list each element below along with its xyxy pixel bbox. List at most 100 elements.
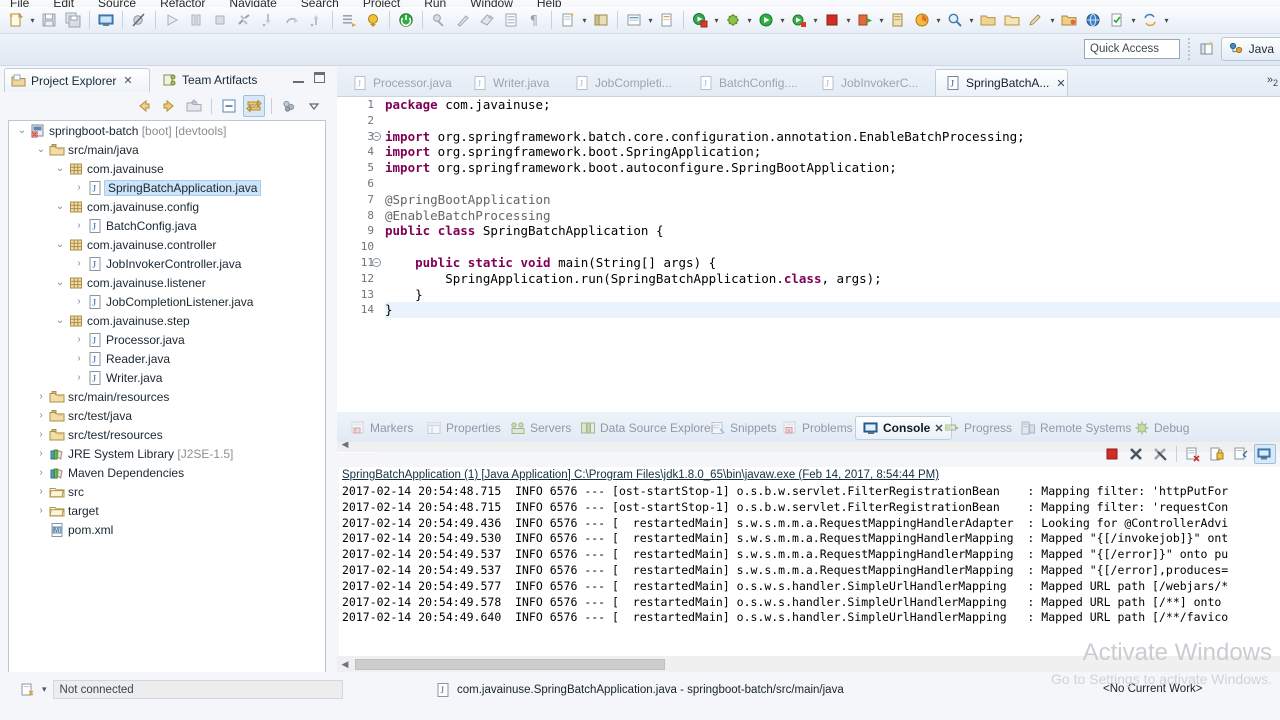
minimize-view-button[interactable] bbox=[293, 72, 304, 83]
editor-tab[interactable]: J JobInvokerC... bbox=[811, 69, 933, 96]
tree-item[interactable]: › Maven Dependencies bbox=[9, 463, 325, 482]
tree-item[interactable]: › J Writer.java bbox=[9, 368, 325, 387]
start-server-icon[interactable] bbox=[854, 9, 876, 31]
stop-server-dropdown-icon[interactable]: ▾ bbox=[844, 10, 853, 30]
console-scroll-left-arrow-icon[interactable]: ◀ bbox=[337, 659, 353, 670]
code-line[interactable] bbox=[385, 239, 1280, 255]
chevron-right-icon[interactable]: › bbox=[72, 258, 86, 269]
console-scroll-thumb[interactable] bbox=[355, 658, 665, 670]
tree-item[interactable]: ⌄ com.javainuse.controller bbox=[9, 235, 325, 254]
editor-tab-overflow[interactable]: »2 bbox=[1267, 74, 1278, 88]
back-icon[interactable] bbox=[133, 95, 155, 117]
team-sync-dropdown-icon[interactable]: ▾ bbox=[1162, 10, 1171, 30]
external-tools-icon[interactable] bbox=[788, 9, 810, 31]
disconnect-icon[interactable] bbox=[233, 9, 255, 31]
open-resource-icon[interactable] bbox=[656, 9, 678, 31]
tree-item[interactable]: › J JobInvokerController.java bbox=[9, 254, 325, 273]
tree-item[interactable]: › src/test/resources bbox=[9, 425, 325, 444]
code-line[interactable]: import org.springframework.batch.core.co… bbox=[385, 129, 1280, 145]
bottom-tab[interactable]: Debug bbox=[1127, 416, 1196, 440]
forward-icon[interactable] bbox=[158, 95, 180, 117]
bottom-tab[interactable]: Data Source Explorer bbox=[573, 416, 722, 440]
console-output[interactable]: SpringBatchApplication (1) [Java Applica… bbox=[339, 467, 1280, 658]
chevron-down-icon[interactable]: ⌄ bbox=[34, 144, 48, 155]
profile-icon[interactable] bbox=[911, 9, 933, 31]
chevron-down-icon[interactable]: ⌄ bbox=[15, 125, 29, 136]
run-as-icon[interactable] bbox=[689, 9, 711, 31]
scroll-lock-icon[interactable] bbox=[1206, 444, 1228, 464]
external-tools-dropdown-icon[interactable]: ▾ bbox=[811, 10, 820, 30]
perspective-java-button[interactable]: Java bbox=[1220, 37, 1280, 61]
tree-item[interactable]: Mpom.xml bbox=[9, 520, 325, 539]
file-open-icon[interactable] bbox=[1058, 9, 1080, 31]
tree-item[interactable]: ⌄ com.javainuse.step bbox=[9, 311, 325, 330]
tree-item[interactable]: › J Processor.java bbox=[9, 330, 325, 349]
terminate-icon[interactable] bbox=[1101, 444, 1123, 464]
chevron-right-icon[interactable]: › bbox=[34, 410, 48, 421]
code-line[interactable]: public class SpringBatchApplication { bbox=[385, 223, 1280, 239]
folding-column[interactable]: − − bbox=[372, 97, 386, 453]
editor-tab[interactable]: J Processor.java bbox=[343, 69, 461, 96]
globe-icon[interactable] bbox=[1082, 9, 1104, 31]
open-folder-2-icon[interactable] bbox=[1001, 9, 1023, 31]
code-line[interactable]: public static void main(String[] args) { bbox=[385, 255, 1280, 271]
format-icon[interactable] bbox=[452, 9, 474, 31]
editor-tab[interactable]: J Writer.java bbox=[463, 69, 563, 96]
code-line[interactable]: package com.javainuse; bbox=[385, 97, 1280, 113]
tree-item[interactable]: ⌄ com.javainuse.config bbox=[9, 197, 325, 216]
chevron-right-icon[interactable]: › bbox=[72, 182, 86, 193]
new-java-project-icon[interactable] bbox=[557, 9, 579, 31]
start-server-dropdown-icon[interactable]: ▾ bbox=[877, 10, 886, 30]
save-icon[interactable] bbox=[38, 9, 60, 31]
chevron-right-icon[interactable]: › bbox=[72, 220, 86, 231]
run-as-dropdown-icon[interactable]: ▾ bbox=[712, 10, 721, 30]
connection-dropdown-icon[interactable]: ▾ bbox=[42, 684, 47, 695]
fold-toggle-icon[interactable]: − bbox=[372, 258, 381, 267]
tree-item[interactable]: › J SpringBatchApplication.java bbox=[9, 178, 325, 197]
chevron-right-icon[interactable]: › bbox=[34, 505, 48, 516]
code-line[interactable]: import org.springframework.boot.autoconf… bbox=[385, 160, 1280, 176]
chevron-right-icon[interactable]: › bbox=[34, 448, 48, 459]
bottom-tab[interactable]: Properties bbox=[419, 416, 508, 440]
skip-breakpoints-icon[interactable] bbox=[128, 9, 150, 31]
step-into-icon[interactable] bbox=[257, 9, 279, 31]
open-task-icon[interactable] bbox=[338, 9, 360, 31]
fold-toggle-icon[interactable]: − bbox=[372, 131, 381, 141]
open-console-icon[interactable] bbox=[95, 9, 117, 31]
bottom-tab[interactable]: Servers bbox=[503, 416, 578, 440]
quick-access-input[interactable]: Quick Access bbox=[1084, 39, 1180, 59]
step-over-icon[interactable] bbox=[281, 9, 303, 31]
new-java-project-dropdown-icon[interactable]: ▾ bbox=[580, 10, 589, 30]
open-perspective-button[interactable] bbox=[1196, 38, 1218, 60]
search-dropdown-icon[interactable]: ▾ bbox=[967, 10, 976, 30]
chevron-down-icon[interactable]: ⌄ bbox=[53, 239, 67, 250]
bottom-tab[interactable]: Progress bbox=[937, 416, 1019, 440]
terminate-icon[interactable] bbox=[209, 9, 231, 31]
pencil-icon[interactable] bbox=[1025, 9, 1047, 31]
up-icon[interactable] bbox=[183, 95, 205, 117]
chevron-down-icon[interactable]: ⌄ bbox=[53, 201, 67, 212]
chevron-right-icon[interactable]: › bbox=[34, 467, 48, 478]
new-wizard-icon[interactable] bbox=[5, 9, 27, 31]
chevron-down-icon[interactable]: ⌄ bbox=[53, 277, 67, 288]
tree-item[interactable]: ⌄ src/main/java bbox=[9, 140, 325, 159]
show-view-icon[interactable] bbox=[500, 9, 522, 31]
code-line[interactable]: @SpringBootApplication bbox=[385, 192, 1280, 208]
open-perspective-icon[interactable] bbox=[590, 9, 612, 31]
link-with-editor-icon[interactable] bbox=[243, 94, 265, 117]
tree-item[interactable]: › J BatchConfig.java bbox=[9, 216, 325, 235]
team-sync-icon[interactable] bbox=[1139, 9, 1161, 31]
search-icon[interactable] bbox=[944, 9, 966, 31]
code-line[interactable]: SpringApplication.run(SpringBatchApplica… bbox=[385, 271, 1280, 287]
close-icon[interactable]: ✕ bbox=[1056, 77, 1065, 90]
code-line[interactable]: import org.springframework.boot.SpringAp… bbox=[385, 144, 1280, 160]
open-type-dropdown-icon[interactable]: ▾ bbox=[646, 10, 655, 30]
chevron-right-icon[interactable]: › bbox=[72, 353, 86, 364]
code-line[interactable] bbox=[385, 113, 1280, 129]
clear-console-icon[interactable] bbox=[1182, 444, 1204, 464]
tree-item[interactable]: ⌄ com.javainuse.listener bbox=[9, 273, 325, 292]
chevron-right-icon[interactable]: › bbox=[72, 296, 86, 307]
open-folder-icon[interactable] bbox=[977, 9, 999, 31]
show-whitespace-icon[interactable]: ¶ bbox=[524, 9, 546, 31]
display-selected-console-icon[interactable] bbox=[1254, 444, 1276, 464]
